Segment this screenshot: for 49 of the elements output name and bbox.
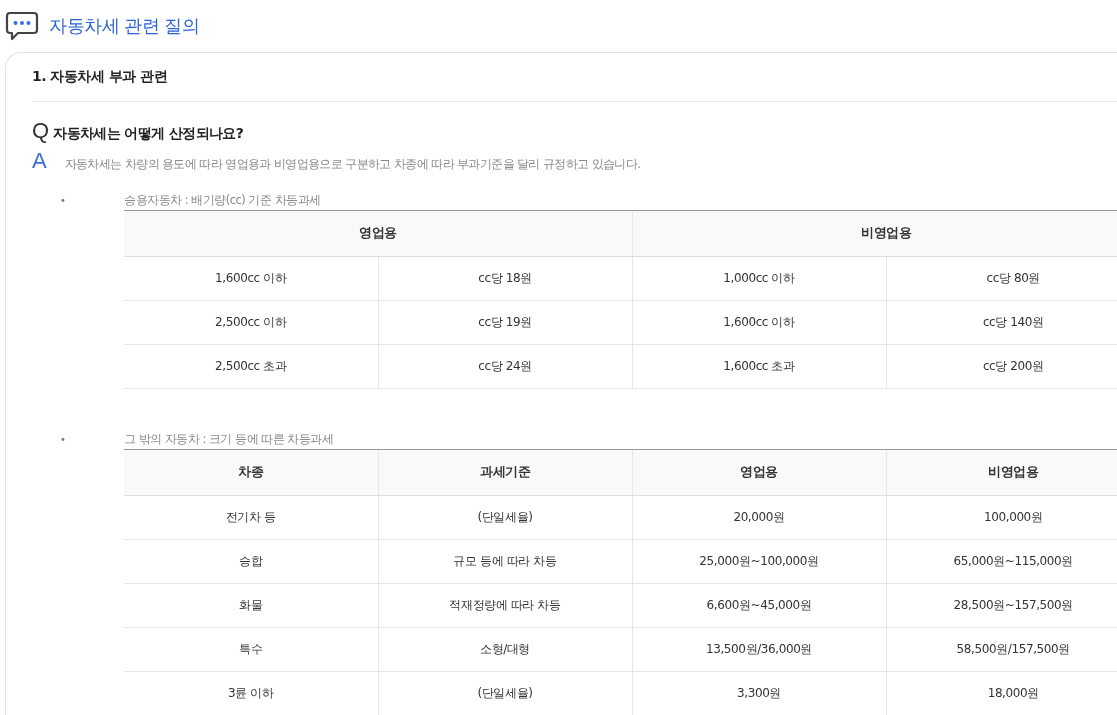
table-cell: 규모 등에 따라 차등 <box>378 539 632 584</box>
table-cell: (단일세율) <box>378 671 632 715</box>
table-cell: 25,000원~100,000원 <box>632 539 886 584</box>
table-cell: 전기차 등 <box>124 495 378 540</box>
table-cell: 28,500원~157,500원 <box>886 583 1117 628</box>
table-cell: 20,000원 <box>632 495 886 540</box>
table-cell: cc당 200원 <box>886 344 1117 389</box>
table-cell: 1,600cc 이하 <box>632 300 886 345</box>
table-cell: 1,000cc 이하 <box>632 256 886 301</box>
speech-bubble-icon <box>5 11 39 41</box>
table-cell: (단일세율) <box>378 495 632 540</box>
question-mark-letter: Q <box>32 118 50 144</box>
table-cell: 2,500cc 초과 <box>124 344 378 389</box>
table-cell: 58,500원/157,500원 <box>886 627 1117 672</box>
answer-text: 자동차세는 차량의 용도에 따라 영업용과 비영업용으로 구분하고 차종에 따라 부과기준을 달리 규정하고 있습니다. <box>64 157 641 172</box>
table-cell: 100,000원 <box>886 495 1117 540</box>
table-cell: 화물 <box>124 583 378 628</box>
table-cell: cc당 80원 <box>886 256 1117 301</box>
table-cell: 적재정량에 따라 차등 <box>378 583 632 628</box>
table-cell: 1,600cc 이하 <box>124 256 378 301</box>
column-header: 영업용 <box>632 449 886 496</box>
bullet: • <box>59 433 67 445</box>
table-cell: cc당 140원 <box>886 300 1117 345</box>
table-cell: 3륜 이하 <box>124 671 378 715</box>
table-cell: 1,600cc 초과 <box>632 344 886 389</box>
column-header: 비영업용 <box>886 449 1117 496</box>
table-cell: 2,500cc 이하 <box>124 300 378 345</box>
column-header: 차종 <box>124 449 378 496</box>
table-caption: 그 밖의 자동차 : 크기 등에 따른 차등과세 <box>124 431 334 447</box>
section-title: 1. 자동차세 부과 관련 <box>32 67 169 86</box>
page-title: 자동차세 관련 질의 <box>49 14 200 38</box>
table-cell: 소형/대형 <box>378 627 632 672</box>
bullet: • <box>59 194 67 206</box>
table-caption: 승용자동차 : 배기량(cc) 기준 차등과세 <box>124 192 321 208</box>
table-cell: 6,600원~45,000원 <box>632 583 886 628</box>
answer-mark-letter: A <box>32 148 47 174</box>
table-cell: cc당 19원 <box>378 300 632 345</box>
question-text: 자동차세는 어떻게 산정되나요? <box>53 125 244 143</box>
column-header: 과세기준 <box>378 449 632 496</box>
table-cell: cc당 18원 <box>378 256 632 301</box>
table-cell: 18,000원 <box>886 671 1117 715</box>
column-header: 비영업용 <box>632 210 1117 257</box>
table-cell: 13,500원/36,000원 <box>632 627 886 672</box>
table-cell: 특수 <box>124 627 378 672</box>
column-header: 영업용 <box>124 210 632 257</box>
table-cell: 3,300원 <box>632 671 886 715</box>
table-cell: 65,000원~115,000원 <box>886 539 1117 584</box>
table-cell: 승합 <box>124 539 378 584</box>
table-cell: cc당 24원 <box>378 344 632 389</box>
